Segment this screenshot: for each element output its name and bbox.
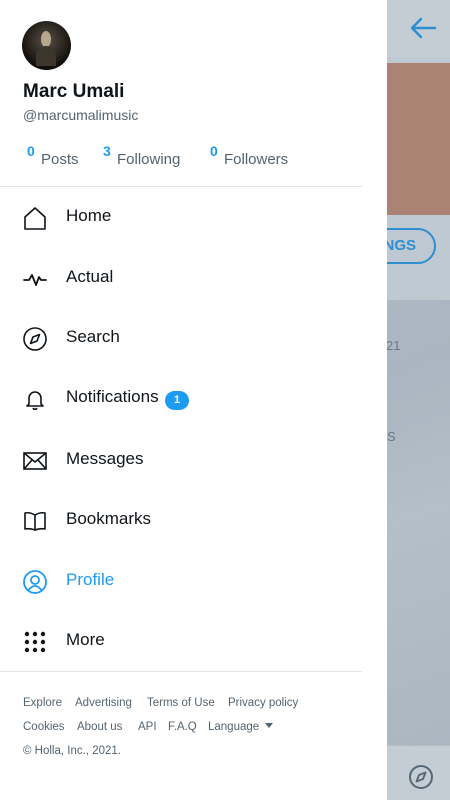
stat-posts[interactable]: 0 Posts — [27, 143, 87, 167]
stat-following[interactable]: 3 Following — [103, 143, 198, 167]
avatar-body — [36, 46, 56, 66]
nav-item-notifications[interactable]: Notifications 1 — [0, 373, 387, 423]
profile-icon — [23, 570, 47, 594]
nav-item-label: Profile — [66, 570, 115, 589]
copyright-text: © Holla, Inc., 2021. — [23, 745, 121, 757]
stat-count: 0 — [27, 143, 35, 159]
footer-link-advertising[interactable]: Advertising — [75, 697, 132, 709]
nav-item-home[interactable]: Home — [0, 192, 387, 242]
stat-label: Posts — [41, 151, 79, 167]
footer-link-about[interactable]: About us — [77, 721, 122, 733]
side-drawer: Marc Umali @marcumalimusic 0 Posts 3 Fol… — [0, 0, 387, 800]
envelope-icon — [23, 452, 47, 470]
compass-icon — [23, 327, 47, 351]
divider — [0, 186, 362, 187]
nav-item-search[interactable]: Search — [0, 313, 387, 363]
nav-item-label: Search — [66, 327, 120, 346]
avatar[interactable] — [22, 21, 71, 70]
stat-label: Following — [117, 151, 181, 167]
footer-link-api[interactable]: API — [138, 721, 157, 733]
stat-count: 0 — [210, 143, 218, 159]
footer-link-faq[interactable]: F.A.Q — [168, 721, 197, 733]
nav-item-label: Bookmarks — [66, 509, 152, 528]
dots-grid-icon — [24, 631, 46, 653]
avatar-face — [41, 31, 51, 47]
language-label: Language — [208, 721, 260, 733]
notification-badge: 1 — [165, 391, 189, 410]
nav-item-messages[interactable]: Messages — [0, 435, 387, 485]
profile-name[interactable]: Marc Umali — [23, 81, 124, 103]
nav-item-more[interactable]: More — [0, 616, 387, 666]
nav-item-label: Notifications — [66, 387, 159, 406]
caret-down-icon — [265, 723, 274, 728]
language-dropdown[interactable]: Language — [208, 721, 274, 733]
stat-count: 3 — [103, 143, 111, 159]
nav-item-bookmarks[interactable]: Bookmarks — [0, 495, 387, 545]
home-icon — [24, 207, 46, 230]
nav-item-label: Home — [66, 206, 112, 225]
activity-icon — [23, 274, 47, 286]
footer-link-cookies[interactable]: Cookies — [23, 721, 65, 733]
stat-followers[interactable]: 0 Followers — [210, 143, 305, 167]
footer-link-privacy[interactable]: Privacy policy — [228, 697, 298, 709]
profile-handle: @marcumalimusic — [23, 107, 139, 123]
stat-label: Followers — [224, 151, 289, 167]
book-icon — [24, 511, 46, 531]
nav-item-profile[interactable]: Profile — [0, 556, 387, 606]
nav-item-label: Messages — [66, 449, 144, 468]
nav-item-actual[interactable]: Actual — [0, 253, 387, 303]
bell-icon — [26, 391, 44, 411]
footer-link-terms[interactable]: Terms of Use — [147, 697, 215, 709]
divider — [0, 671, 362, 672]
nav-item-label: Actual — [66, 267, 114, 286]
footer-link-explore[interactable]: Explore — [23, 697, 62, 709]
nav-item-label: More — [66, 630, 105, 649]
